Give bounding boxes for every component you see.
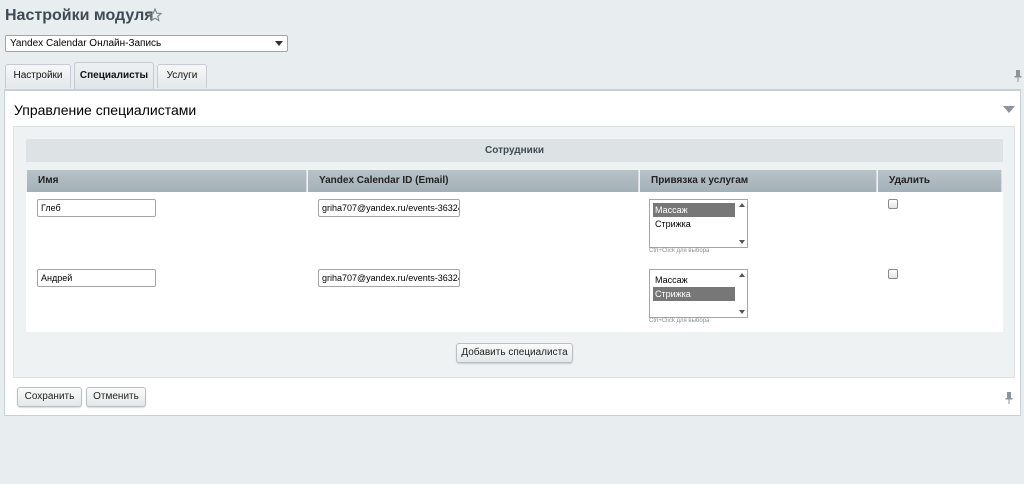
group-header: Сотрудники <box>26 139 1003 162</box>
name-field[interactable]: Андрей <box>37 269 156 287</box>
page-title: Настройки модуля <box>5 7 154 24</box>
list-item[interactable]: Массаж <box>653 203 735 217</box>
column-header-name: Имя <box>27 170 307 192</box>
module-select-value: Yandex Calendar Онлайн-Запись <box>10 38 162 49</box>
tab-settings[interactable]: Настройки <box>5 64 71 88</box>
star-icon[interactable] <box>148 8 162 22</box>
delete-checkbox[interactable] <box>888 199 898 209</box>
column-header-delete: Удалить <box>878 170 1002 192</box>
column-header-email: Yandex Calendar ID (Email) <box>308 170 639 192</box>
scroll-up-icon[interactable] <box>739 273 745 277</box>
table-row <box>26 262 1003 332</box>
scroll-down-icon[interactable] <box>739 310 745 314</box>
services-listbox[interactable]: Массаж Стрижка <box>649 269 748 318</box>
email-field[interactable]: griha707@yandex.ru/events-36324 <box>318 269 460 287</box>
chevron-down-icon <box>275 41 283 46</box>
list-item[interactable]: Стрижка <box>653 287 735 301</box>
section-title: Управление специалистами <box>14 102 197 118</box>
tab-services[interactable]: Услуги <box>157 64 207 88</box>
scroll-down-icon[interactable] <box>739 240 745 244</box>
list-item[interactable]: Стрижка <box>653 217 735 231</box>
delete-checkbox[interactable] <box>888 269 898 279</box>
module-select[interactable]: Yandex Calendar Онлайн-Запись <box>5 35 288 52</box>
column-header-services: Привязка к услугам <box>640 170 877 192</box>
hint-text: Ctrl+Click для выбора <box>649 248 710 254</box>
chevron-down-icon[interactable] <box>1003 106 1015 114</box>
pin-icon[interactable] <box>1013 70 1023 82</box>
email-field[interactable]: griha707@yandex.ru/events-36324 <box>318 199 460 217</box>
add-specialist-button[interactable]: Добавить специалиста <box>456 343 573 363</box>
list-item[interactable]: Массаж <box>653 273 735 287</box>
name-field[interactable]: Глеб <box>37 199 156 217</box>
scroll-up-icon[interactable] <box>739 203 745 207</box>
cancel-button[interactable]: Отменить <box>86 387 146 407</box>
table-row <box>26 192 1003 262</box>
tab-specialists[interactable]: Специалисты <box>74 62 154 89</box>
hint-text: Ctrl+Click для выбора <box>649 318 710 324</box>
save-button[interactable]: Сохранить <box>17 387 82 407</box>
pin-icon[interactable] <box>1004 392 1014 404</box>
services-listbox[interactable]: Массаж Стрижка <box>649 199 748 248</box>
